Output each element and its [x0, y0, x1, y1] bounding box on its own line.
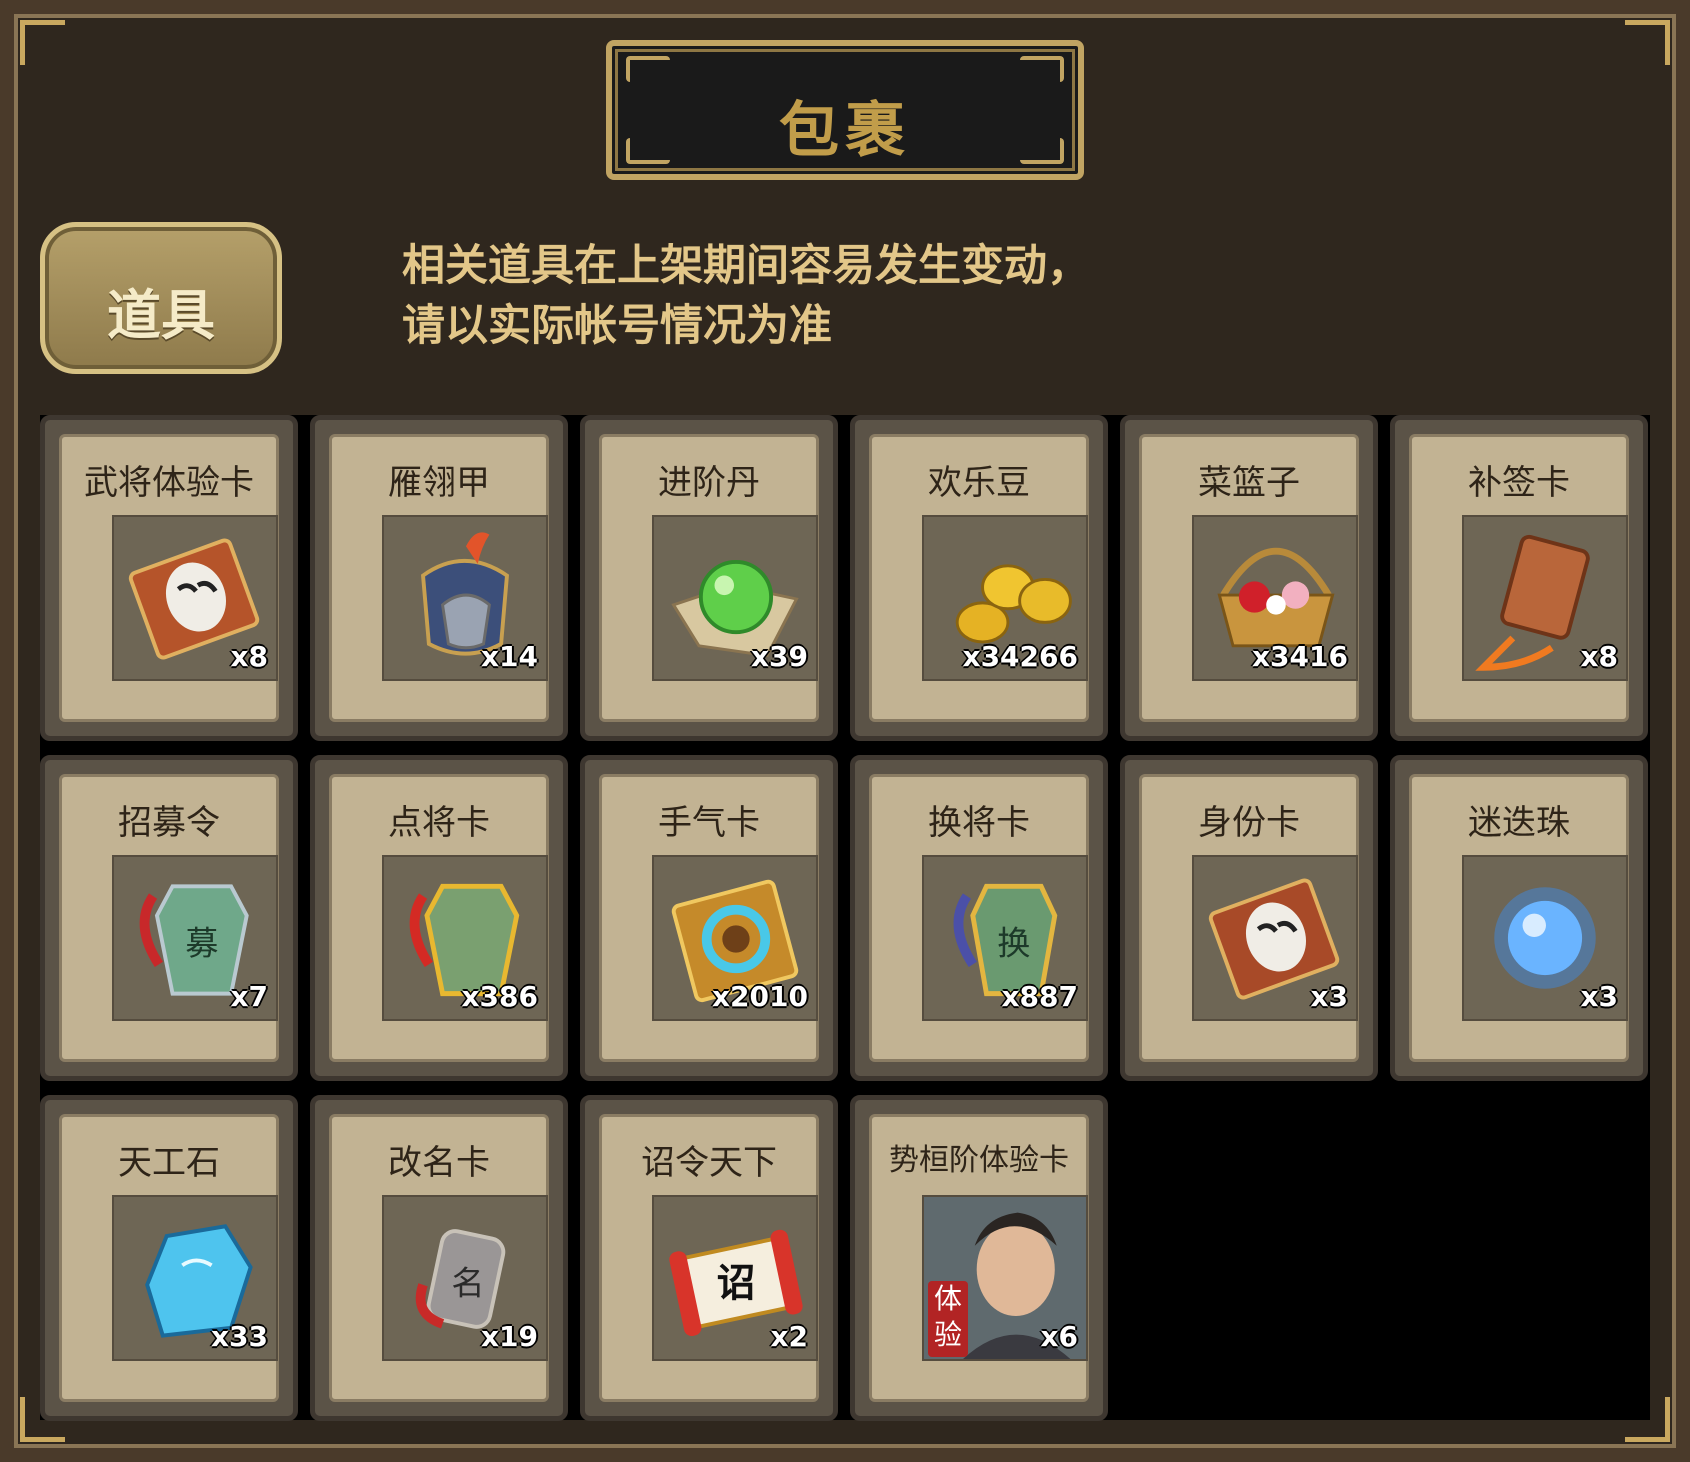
item-slot[interactable]: 雁翎甲 x14 — [310, 415, 568, 741]
tab-items[interactable]: 道具 — [40, 222, 282, 374]
item-count: x33 — [210, 1320, 268, 1353]
item-name: 雁翎甲 — [388, 463, 490, 503]
item-icon-box: x386 — [382, 855, 548, 1021]
item-slot-frame: 手气卡 x2010 — [599, 774, 819, 1062]
scroll-ornament — [626, 56, 670, 82]
item-slot[interactable]: 手气卡 x2010 — [580, 755, 838, 1081]
notice-text: 相关道具在上架期间容易发生变动， 请以实际帐号情况为准 — [402, 236, 1202, 356]
svg-text:名: 名 — [451, 1264, 484, 1303]
item-slot-frame: 改名卡名 x19 — [329, 1114, 549, 1402]
item-slot-frame: 招募令募 x7 — [59, 774, 279, 1062]
item-icon-box: x39 — [652, 515, 818, 681]
item-count: x2 — [770, 1320, 808, 1353]
item-name: 势桓阶体验卡 — [889, 1143, 1069, 1178]
item-slot-frame: 诏令天下诏 x2 — [599, 1114, 819, 1402]
item-name: 招募令 — [118, 803, 220, 843]
item-slot[interactable]: 换将卡换 x887 — [850, 755, 1108, 1081]
item-slot[interactable]: 武将体验卡 x8 — [40, 415, 298, 741]
item-count: x8 — [1580, 640, 1618, 673]
item-count: x8 — [230, 640, 268, 673]
item-name: 进阶丹 — [658, 463, 760, 503]
svg-text:募: 募 — [185, 924, 218, 963]
item-slot-frame: 迷迭珠 x3 — [1409, 774, 1629, 1062]
svg-text:诏: 诏 — [716, 1262, 755, 1307]
item-slot-frame: 点将卡 x386 — [329, 774, 549, 1062]
item-count: x6 — [1040, 1320, 1078, 1353]
tab-label: 道具 — [107, 284, 215, 347]
item-icon-box: 体验 x6 — [922, 1195, 1088, 1361]
item-name: 换将卡 — [928, 803, 1030, 843]
item-icon-box: x8 — [1462, 515, 1628, 681]
item-slot-frame: 势桓阶体验卡体验 x6 — [869, 1114, 1089, 1402]
item-icon-box: x14 — [382, 515, 548, 681]
item-count: x14 — [480, 640, 538, 673]
item-slot-frame: 菜篮子 x3416 — [1139, 434, 1359, 722]
page-title: 包裹 — [779, 96, 911, 166]
item-icon-box: 换 x887 — [922, 855, 1088, 1021]
item-count: x2010 — [712, 980, 808, 1013]
item-slot-frame: 身份卡 x3 — [1139, 774, 1359, 1062]
corner-ornament — [1625, 20, 1670, 65]
item-grid: 武将体验卡 x8 雁翎甲 x14 进阶丹 x39 欢乐豆 x34266 菜篮子 x3416 补签卡 x… — [40, 415, 1650, 1421]
item-icon-box: 募 x7 — [112, 855, 278, 1021]
item-slot[interactable]: 天工石 x33 — [40, 1095, 298, 1421]
item-icon-box: x34266 — [922, 515, 1088, 681]
title-plaque: 包裹 — [606, 40, 1084, 180]
item-name: 天工石 — [118, 1143, 220, 1183]
trial-badge: 体验 — [928, 1281, 968, 1357]
item-count: x887 — [1001, 980, 1078, 1013]
item-slot[interactable]: 补签卡 x8 — [1390, 415, 1648, 741]
svg-text:换: 换 — [997, 924, 1030, 963]
item-slot[interactable]: 势桓阶体验卡体验 x6 — [850, 1095, 1108, 1421]
item-count: x7 — [230, 980, 268, 1013]
item-name: 迷迭珠 — [1468, 803, 1570, 843]
item-count: x19 — [480, 1320, 538, 1353]
item-count: x3 — [1310, 980, 1348, 1013]
item-name: 身份卡 — [1198, 803, 1300, 843]
item-icon-box: x8 — [112, 515, 278, 681]
item-icon-box: x3 — [1462, 855, 1628, 1021]
item-count: x386 — [461, 980, 538, 1013]
item-name: 补签卡 — [1468, 463, 1570, 503]
notice-line-1: 相关道具在上架期间容易发生变动， — [402, 241, 1090, 291]
item-name: 点将卡 — [388, 803, 490, 843]
item-slot-frame: 欢乐豆 x34266 — [869, 434, 1089, 722]
item-count: x34266 — [962, 640, 1078, 673]
item-icon-box: x3416 — [1192, 515, 1358, 681]
item-count: x3 — [1580, 980, 1618, 1013]
item-name: 武将体验卡 — [84, 463, 254, 503]
item-icon-box: x3 — [1192, 855, 1358, 1021]
scroll-ornament — [1020, 56, 1064, 82]
item-name: 诏令天下 — [641, 1143, 777, 1183]
item-slot[interactable]: 诏令天下诏 x2 — [580, 1095, 838, 1421]
item-slot[interactable]: 改名卡名 x19 — [310, 1095, 568, 1421]
item-slot-frame: 进阶丹 x39 — [599, 434, 819, 722]
item-icon-box: x33 — [112, 1195, 278, 1361]
item-name: 手气卡 — [658, 803, 760, 843]
item-slot-frame: 天工石 x33 — [59, 1114, 279, 1402]
item-slot[interactable]: 点将卡 x386 — [310, 755, 568, 1081]
item-slot[interactable]: 迷迭珠 x3 — [1390, 755, 1648, 1081]
item-icon-box: 名 x19 — [382, 1195, 548, 1361]
item-slot-frame: 雁翎甲 x14 — [329, 434, 549, 722]
item-slot[interactable]: 菜篮子 x3416 — [1120, 415, 1378, 741]
item-name: 欢乐豆 — [928, 463, 1030, 503]
item-slot[interactable]: 招募令募 x7 — [40, 755, 298, 1081]
item-icon-box: 诏 x2 — [652, 1195, 818, 1361]
notice-line-2: 请以实际帐号情况为准 — [402, 301, 832, 351]
item-name: 菜篮子 — [1198, 463, 1300, 503]
item-slot[interactable]: 身份卡 x3 — [1120, 755, 1378, 1081]
item-icon-box: x2010 — [652, 855, 818, 1021]
item-count: x39 — [750, 640, 808, 673]
item-count: x3416 — [1252, 640, 1348, 673]
item-slot-frame: 武将体验卡 x8 — [59, 434, 279, 722]
item-slot-frame: 换将卡换 x887 — [869, 774, 1089, 1062]
corner-ornament — [20, 20, 65, 65]
item-slot[interactable]: 欢乐豆 x34266 — [850, 415, 1108, 741]
item-slot-frame: 补签卡 x8 — [1409, 434, 1629, 722]
item-slot[interactable]: 进阶丹 x39 — [580, 415, 838, 741]
item-name: 改名卡 — [388, 1143, 490, 1183]
